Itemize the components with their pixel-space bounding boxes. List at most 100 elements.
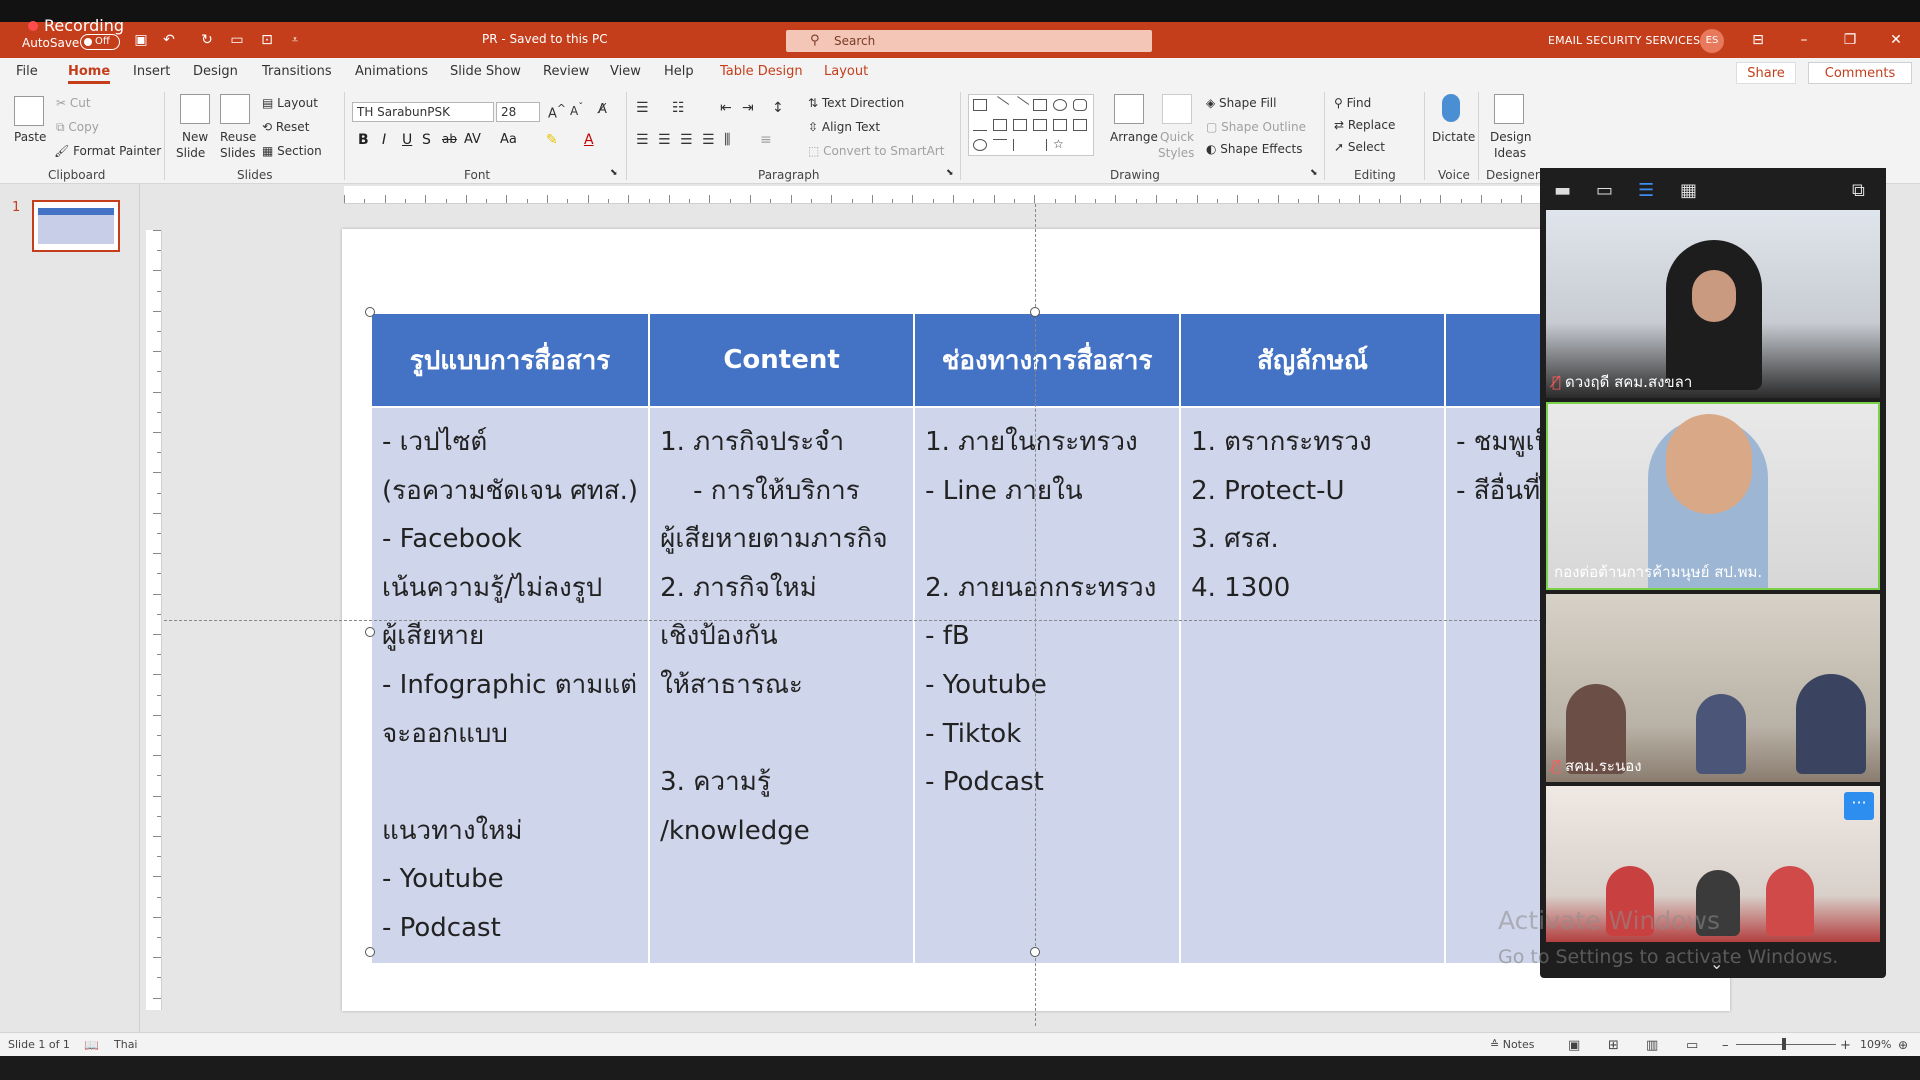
distributed-icon[interactable]: ≡ — [760, 132, 772, 148]
right-brace-shape-icon[interactable] — [1033, 139, 1047, 151]
layout-button[interactable]: ▤ Layout — [262, 96, 318, 110]
participant-video-tile[interactable]: 🎙̸ ดวงฤดี สคม.สงขลา — [1546, 210, 1880, 398]
arrow-shape-icon[interactable] — [1010, 96, 1030, 114]
dictate-button[interactable]: Dictate — [1432, 130, 1475, 144]
gallery-view-icon[interactable]: ▦ — [1680, 180, 1697, 201]
ribbon-display-icon[interactable]: ⊟ — [1746, 30, 1770, 50]
quick-styles-button-line2[interactable]: Styles — [1158, 146, 1194, 160]
callout-shape-icon[interactable] — [1073, 119, 1087, 131]
quick-styles-icon[interactable] — [1162, 94, 1192, 124]
copy-button[interactable]: ⧉ Copy — [56, 120, 99, 135]
undo-icon[interactable]: ↶ — [160, 32, 178, 48]
new-slide-button[interactable]: New — [182, 130, 208, 144]
textbox-shape-icon[interactable] — [973, 99, 987, 111]
text-direction-button[interactable]: ⇅ Text Direction — [808, 96, 904, 110]
tab-review[interactable]: Review — [543, 64, 589, 79]
left-brace-shape-icon[interactable] — [1013, 139, 1027, 151]
strip-view-icon[interactable]: ☰ — [1638, 180, 1654, 201]
zoom-slider-thumb[interactable] — [1782, 1038, 1786, 1050]
increase-indent-icon[interactable]: ⇥ — [742, 100, 754, 116]
freeform-shape-icon[interactable] — [993, 139, 1007, 151]
shadow-icon[interactable]: S — [422, 132, 431, 148]
tab-view[interactable]: View — [610, 64, 641, 79]
font-family-select[interactable]: TH SarabunPSK — [352, 102, 494, 122]
slide-sorter-icon[interactable]: ⊞ — [1608, 1038, 1619, 1053]
normal-view-icon[interactable]: ▣ — [1568, 1038, 1580, 1053]
oval-shape-icon[interactable] — [1053, 99, 1067, 111]
reset-button[interactable]: ⟲ Reset — [262, 120, 309, 134]
change-case-icon[interactable]: Aa — [500, 132, 517, 147]
reuse-slides-icon[interactable] — [220, 94, 250, 124]
comments-button[interactable]: Comments — [1808, 62, 1912, 84]
bullets-icon[interactable]: ☰ — [636, 100, 649, 116]
strikethrough-icon[interactable]: ab — [442, 132, 457, 146]
align-text-button[interactable]: ⇳ Align Text — [808, 120, 880, 134]
tab-slide-show[interactable]: Slide Show — [450, 64, 521, 79]
reuse-slides-button[interactable]: Reuse — [220, 130, 256, 144]
table-cell[interactable]: 1. ภารกิจประจำ - การให้บริการ ผู้เสียหาย… — [648, 406, 916, 965]
resize-handle[interactable] — [365, 307, 375, 317]
design-ideas-button[interactable]: Design — [1490, 130, 1531, 144]
connector-shape-icon[interactable] — [993, 119, 1007, 131]
find-button[interactable]: ⚲ Find — [1334, 96, 1371, 110]
curve-shape-icon[interactable] — [973, 139, 987, 151]
replace-button[interactable]: ⇄ Replace — [1334, 118, 1395, 132]
touch-mode-icon[interactable]: ⊡ — [258, 32, 276, 48]
zoom-slider[interactable] — [1736, 1044, 1836, 1045]
table-cell[interactable]: 1. ภายในกระทรวง - Line ภายใน 2. ภายนอกกร… — [913, 406, 1182, 965]
star-shape-icon[interactable]: ☆ — [1053, 138, 1067, 151]
tab-transitions[interactable]: Transitions — [262, 64, 332, 79]
arrange-button[interactable]: Arrange — [1110, 130, 1158, 144]
down-arrow-shape-icon[interactable] — [1053, 119, 1067, 131]
table-header-cell[interactable]: สัญลักษณ์ — [1179, 312, 1447, 408]
speaker-view-icon[interactable]: ▭ — [1596, 180, 1613, 201]
table-cell[interactable]: - เวปไซต์ (รอความชัดเจน ศทส.) - Facebook… — [369, 406, 651, 965]
zoom-in-icon[interactable]: + — [1840, 1038, 1851, 1053]
font-dialog-launcher-icon[interactable]: ⬊ — [610, 168, 618, 178]
table-header-cell[interactable]: Content — [648, 312, 916, 408]
drawing-dialog-launcher-icon[interactable]: ⬊ — [1310, 168, 1318, 178]
minimize-icon[interactable]: – — [1792, 30, 1816, 50]
horizontal-ruler[interactable] — [344, 186, 1544, 204]
char-spacing-icon[interactable]: AV — [464, 132, 481, 147]
account-name[interactable]: EMAIL SECURITY SERVICES — [1548, 34, 1700, 47]
spell-check-icon[interactable]: 📖 — [84, 1038, 99, 1052]
shape-outline-button[interactable]: ▢ Shape Outline — [1206, 120, 1306, 134]
participant-video-tile[interactable]: กองต่อต้านการค้ามนุษย์ สป.พม. — [1546, 402, 1880, 590]
zoom-level[interactable]: 109% — [1860, 1038, 1891, 1051]
present-icon[interactable]: ▭ — [228, 32, 246, 48]
align-left-icon[interactable]: ☰ — [636, 132, 649, 148]
shapes-gallery[interactable]: ☆ — [968, 94, 1094, 156]
slide-thumbnail[interactable] — [32, 200, 120, 252]
resize-handle[interactable] — [1030, 947, 1040, 957]
customize-qat-icon[interactable]: ⩡ — [286, 32, 304, 48]
design-ideas-icon[interactable] — [1494, 94, 1524, 124]
table-header-cell[interactable]: รูปแบบการสื่อสาร — [369, 312, 651, 408]
rectangle-shape-icon[interactable] — [1033, 99, 1047, 111]
paste-button[interactable]: Paste — [14, 130, 46, 144]
design-ideas-button-line2[interactable]: Ideas — [1494, 146, 1526, 160]
autosave-toggle[interactable]: Off — [80, 34, 120, 50]
line-spacing-icon[interactable]: ↕ — [772, 100, 784, 116]
share-button[interactable]: Share — [1736, 62, 1796, 84]
resize-handle[interactable] — [365, 947, 375, 957]
shape-fill-button[interactable]: ◈ Shape Fill — [1206, 96, 1276, 110]
content-table[interactable]: รูปแบบการสื่อสาร Content ช่องทางการสื่อส… — [369, 312, 1713, 965]
slideshow-view-icon[interactable]: ▭ — [1686, 1038, 1698, 1053]
tab-table-design[interactable]: Table Design — [720, 64, 803, 79]
underline-icon[interactable]: U — [402, 132, 412, 148]
fit-to-window-icon[interactable]: ⊕ — [1898, 1038, 1908, 1052]
font-size-select[interactable]: 28 — [496, 102, 540, 122]
tab-file[interactable]: File — [16, 64, 38, 79]
search-input[interactable]: ⚲ Search — [786, 30, 1152, 52]
tab-design[interactable]: Design — [193, 64, 238, 79]
close-icon[interactable]: ✕ — [1884, 30, 1908, 50]
justify-icon[interactable]: ☰ — [702, 132, 715, 148]
arrange-icon[interactable] — [1114, 94, 1144, 124]
shape-effects-button[interactable]: ◐ Shape Effects — [1206, 142, 1302, 156]
columns-icon[interactable]: ⫼ — [724, 132, 730, 148]
table-cell[interactable]: 1. ตรากระทรวง 2. Protect-U 3. ศรส. 4. 13… — [1179, 406, 1447, 965]
increase-font-icon[interactable]: A^ — [548, 102, 566, 121]
tab-layout[interactable]: Layout — [824, 64, 868, 79]
language-indicator[interactable]: Thai — [114, 1038, 138, 1051]
